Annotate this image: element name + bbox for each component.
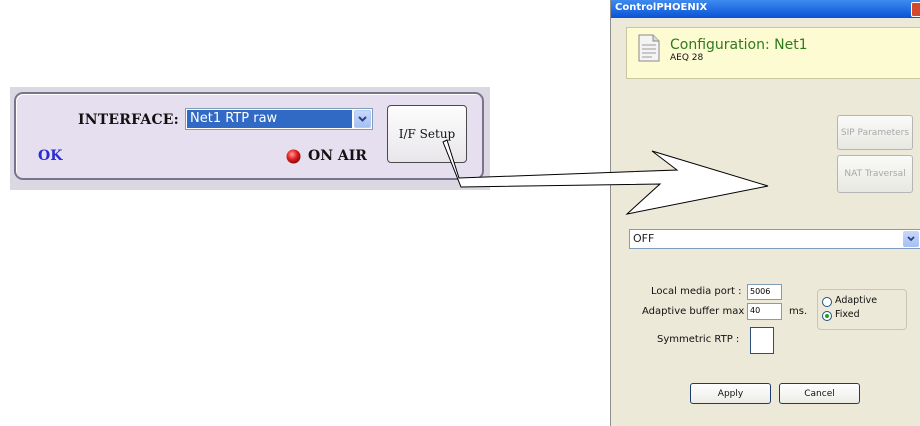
fixed-radio[interactable] bbox=[822, 311, 832, 321]
mode-combobox[interactable]: OFF bbox=[629, 229, 920, 249]
buffer-mode-group: Adaptive Fixed bbox=[817, 289, 907, 330]
local-media-port-label: Local media port : bbox=[651, 286, 742, 297]
on-air-label: ON AIR bbox=[308, 148, 367, 164]
adaptive-buffer-label: Adaptive buffer max bbox=[642, 306, 745, 317]
fixed-radio-label: Fixed bbox=[835, 309, 860, 320]
adaptive-radio[interactable] bbox=[822, 297, 832, 307]
interface-select-value: Net1 RTP raw bbox=[187, 110, 352, 128]
document-icon bbox=[638, 34, 660, 62]
status-ok-label: OK bbox=[38, 148, 63, 164]
symmetric-rtp-label: Symmetric RTP : bbox=[657, 334, 740, 345]
sip-parameters-button[interactable]: SIP Parameters bbox=[837, 115, 913, 150]
close-icon[interactable] bbox=[911, 2, 920, 17]
apply-button[interactable]: Apply bbox=[690, 383, 771, 404]
interface-label: INTERFACE: bbox=[78, 112, 180, 128]
local-media-port-input[interactable]: 5006 bbox=[747, 284, 782, 300]
symmetric-rtp-checkbox[interactable] bbox=[750, 327, 774, 354]
configuration-title: Configuration: Net1 bbox=[670, 37, 808, 53]
radio-selected-dot bbox=[825, 314, 829, 318]
adaptive-radio-label: Adaptive bbox=[835, 295, 878, 306]
if-setup-button[interactable]: I/F Setup bbox=[387, 105, 467, 163]
title-bar: ControlPHOENIX bbox=[611, 0, 920, 18]
window-title: ControlPHOENIX bbox=[615, 2, 708, 13]
interface-select[interactable]: Net1 RTP raw bbox=[185, 108, 373, 130]
interface-panel: INTERFACE: Net1 RTP raw I/F Setup OK ON … bbox=[14, 92, 484, 180]
on-air-led-icon bbox=[286, 149, 301, 164]
mode-combobox-value: OFF bbox=[633, 232, 655, 245]
device-name: AEQ 28 bbox=[670, 53, 704, 63]
chevron-down-icon[interactable] bbox=[903, 231, 919, 247]
cancel-button[interactable]: Cancel bbox=[779, 383, 860, 404]
adaptive-buffer-input[interactable]: 40 bbox=[747, 303, 782, 320]
control-phoenix-dialog: ControlPHOENIX Configuration: Net1 AEQ 2… bbox=[610, 0, 920, 426]
chevron-down-icon[interactable] bbox=[354, 110, 371, 128]
nat-traversal-button[interactable]: NAT Traversal bbox=[837, 155, 913, 193]
adaptive-buffer-unit: ms. bbox=[789, 306, 808, 317]
configuration-header: Configuration: Net1 AEQ 28 bbox=[626, 27, 920, 79]
